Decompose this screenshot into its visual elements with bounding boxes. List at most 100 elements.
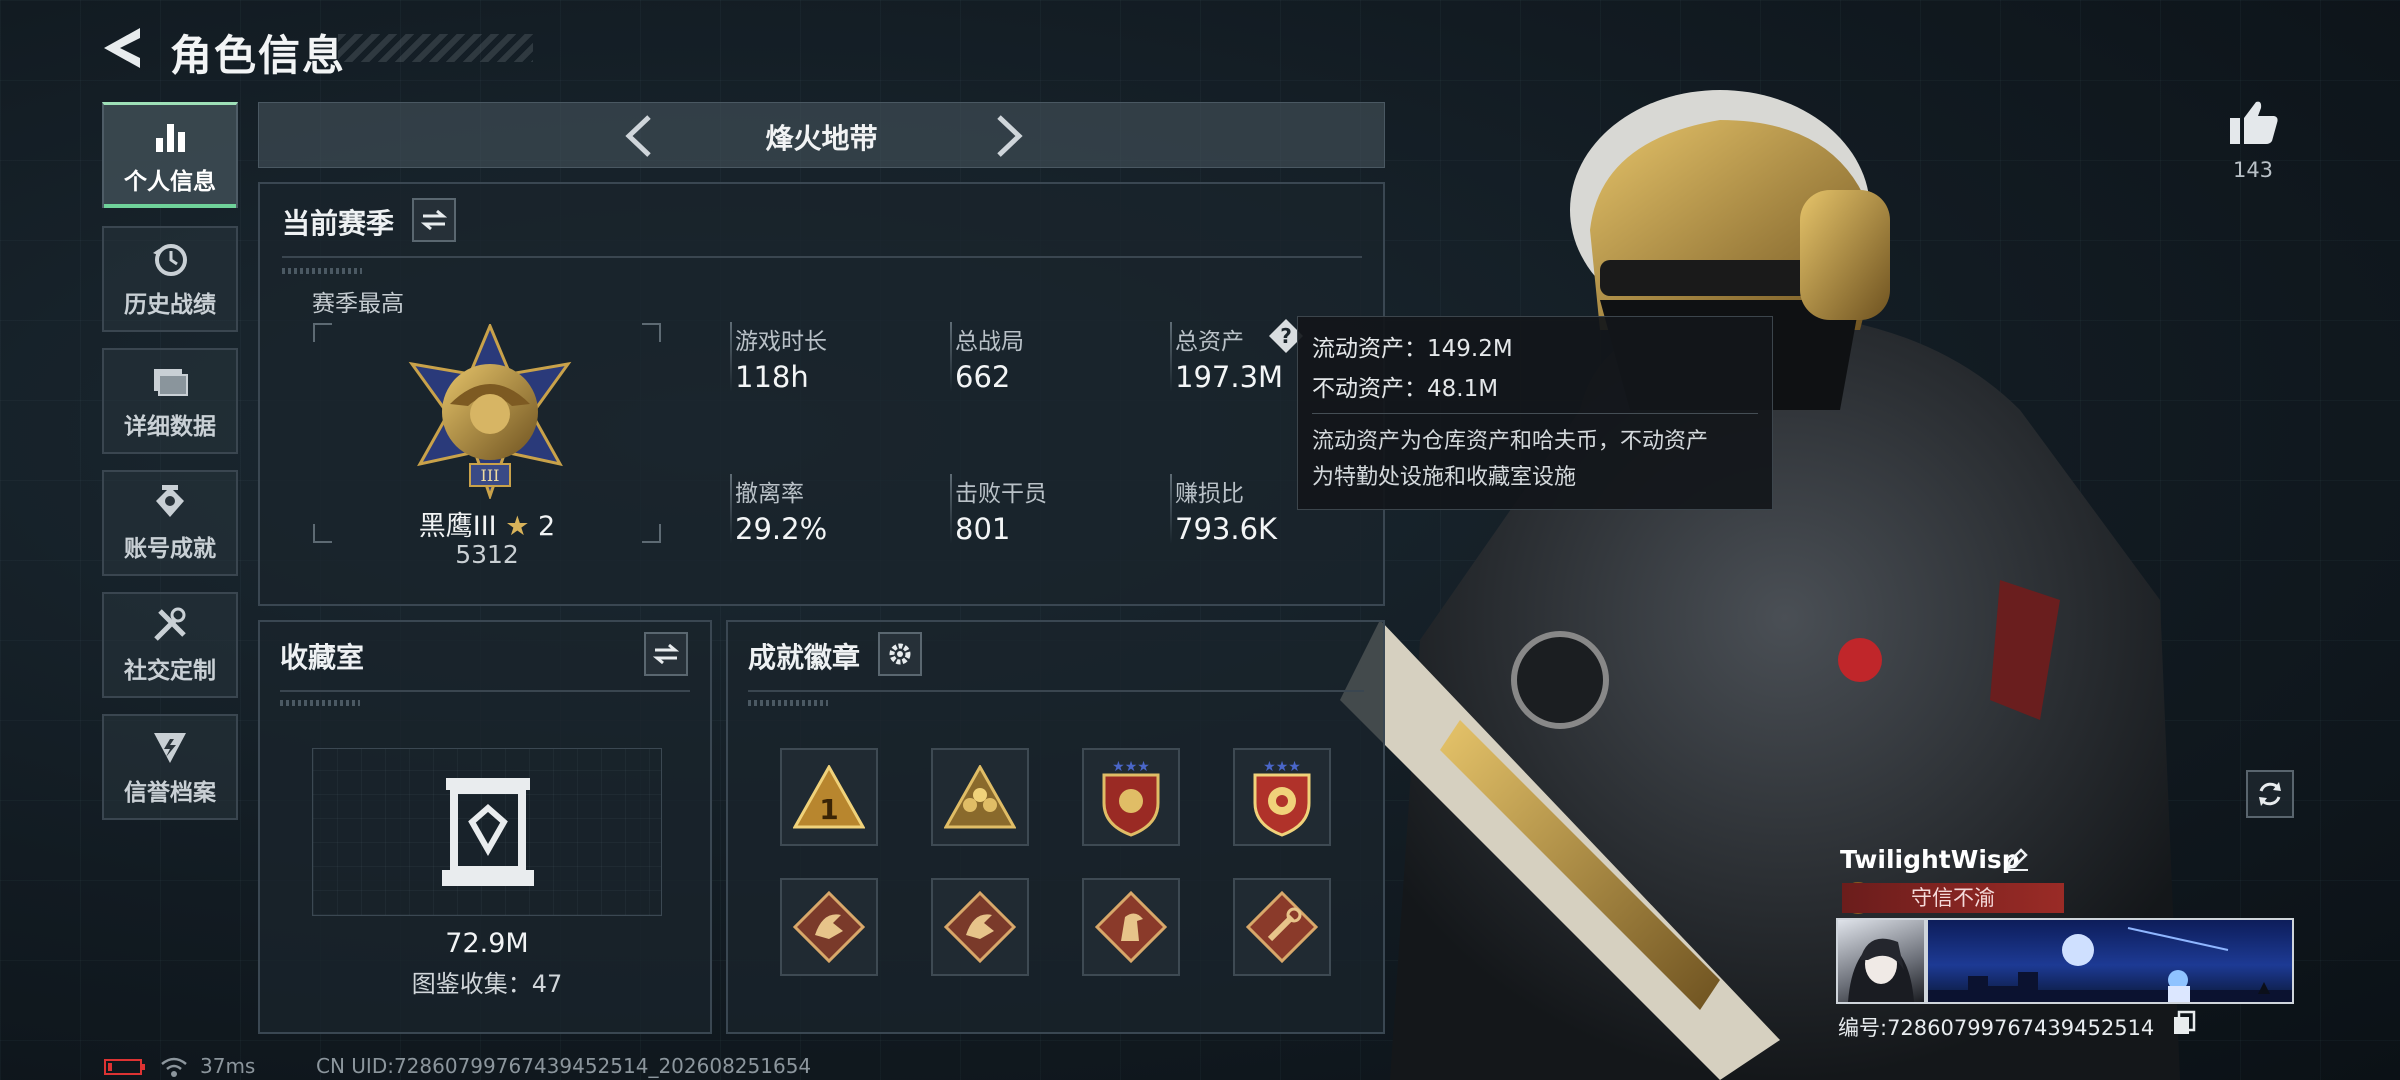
svg-text:★★★: ★★★ — [1263, 759, 1301, 775]
edit-pencil-icon[interactable] — [2004, 846, 2030, 872]
star-icon: ★ — [505, 511, 530, 542]
stat-value-playtime: 118h — [735, 360, 809, 394]
badge-slot[interactable] — [931, 748, 1029, 846]
divider-decoration — [282, 268, 362, 274]
sidebar-item-social[interactable]: 社交定制 — [102, 592, 238, 698]
divider — [748, 690, 1364, 692]
player-name: TwilightWisp — [1840, 845, 2020, 874]
section-title: 收藏室 — [280, 641, 365, 674]
stat-label-kills: 击败干员 — [955, 481, 1047, 507]
season-best-label: 赛季最高 — [312, 291, 404, 317]
horse-diamond-icon — [1095, 891, 1167, 963]
gold-triangle-team-icon — [944, 765, 1016, 829]
stat-label-total-matches: 总战局 — [955, 329, 1024, 355]
wifi-icon — [161, 1057, 187, 1077]
badge-slot[interactable]: ★★★ — [1233, 748, 1331, 846]
section-title: 当前赛季 — [282, 207, 395, 240]
red-shield-stars-icon: ★★★ — [1102, 759, 1160, 837]
tooltip-liquid-assets: 流动资产：149.2M — [1312, 336, 1513, 362]
thumbs-up-icon[interactable] — [2228, 98, 2280, 146]
tooltip-divider — [1312, 413, 1758, 414]
sidebar-item-personal-info[interactable]: 个人信息 — [102, 102, 238, 208]
stat-value-kills: 801 — [955, 512, 1011, 546]
copy-icon[interactable] — [2172, 1010, 2196, 1036]
badge-slot[interactable] — [1082, 878, 1180, 976]
stat-label-total-assets: 总资产 — [1175, 329, 1244, 355]
cn-uid-text: CN UID:7286079976743945251​4_20260825165… — [316, 1054, 812, 1078]
tooltip-desc-line2: 为特勤处设施和收藏室设施 — [1312, 465, 1577, 490]
divider-decoration — [748, 700, 828, 706]
folder-icon — [154, 369, 188, 396]
stat-value-total-assets: 197.3M — [1175, 360, 1284, 394]
badge-slot[interactable]: ★★★ — [1082, 748, 1180, 846]
stat-value-profit-ratio: 793.6K — [1175, 512, 1278, 546]
profile-banner — [1926, 918, 2294, 1004]
back-arrow-icon[interactable] — [100, 24, 144, 72]
tooltip-fixed-assets: 不动资产：48.1M — [1312, 376, 1499, 402]
display-case-icon — [442, 778, 534, 886]
gear-icon — [889, 643, 911, 665]
collection-panel: 收藏室 72.9M 图鉴收集：47 — [258, 620, 712, 1034]
avatar[interactable] — [1836, 918, 1926, 1004]
stat-label-profit-ratio: 赚损比 — [1175, 481, 1244, 507]
sidebar-item-label: 社交定制 — [124, 658, 216, 684]
wrench-diamond-icon — [1246, 891, 1318, 963]
night-sky-banner-icon — [1928, 927, 2292, 1002]
swap-button[interactable] — [644, 632, 688, 676]
sidebar-item-detail-data[interactable]: 详细数据 — [102, 348, 238, 454]
rotate-model-button[interactable] — [2246, 770, 2294, 818]
badge-settings-button[interactable] — [878, 632, 922, 676]
stat-accent — [730, 322, 732, 392]
chevron-right-icon[interactable] — [989, 113, 1029, 159]
stat-label-extract-rate: 撤离率 — [735, 481, 804, 507]
stat-accent — [1170, 322, 1172, 392]
rank-name-row: 黑鹰III ★ 2 — [312, 504, 662, 543]
badge-slot[interactable] — [780, 878, 878, 976]
sidebar-item-credit[interactable]: 信誉档案 — [102, 714, 238, 820]
achievement-panel: 成就徽章 1 ★★★ ★★★ — [726, 620, 1385, 1034]
swap-arrows-icon — [653, 643, 679, 665]
sidebar-item-history[interactable]: 历史战绩 — [102, 226, 238, 332]
sidebar-item-label: 个人信息 — [124, 168, 216, 195]
mode-switch-bar: 烽火地带 — [258, 102, 1385, 168]
stat-value-total-matches: 662 — [955, 360, 1011, 394]
badge-slot[interactable] — [931, 878, 1029, 976]
assets-tooltip: 流动资产：149.2M 不动资产：48.1M 流动资产为仓库资产和哈夫币，不动资… — [1297, 316, 1773, 510]
avatar-portrait-icon — [1848, 938, 1914, 1002]
divider — [282, 256, 1362, 258]
season-panel: 当前赛季 赛季最高 III 黑鹰III ★ 2 5312 游戏时长 118h 总… — [258, 182, 1385, 606]
collection-value: 72.9M — [445, 928, 529, 959]
rank-emblem-icon: III — [408, 324, 572, 499]
divider — [280, 690, 690, 692]
stat-label-playtime: 游戏时长 — [735, 329, 827, 355]
section-title: 成就徽章 — [748, 641, 861, 674]
sidebar-item-label: 历史战绩 — [124, 292, 216, 318]
badge-slot[interactable] — [1233, 878, 1331, 976]
stat-accent — [950, 474, 952, 544]
swap-arrows-icon — [421, 209, 447, 231]
badge-slot[interactable]: 1 — [780, 748, 878, 846]
bar-chart-icon — [156, 123, 185, 152]
sidebar-item-label: 账号成就 — [124, 536, 216, 562]
stat-accent — [730, 474, 732, 544]
swap-button[interactable] — [412, 198, 456, 242]
rank-stars: 2 — [538, 511, 556, 542]
battery-icon — [104, 1059, 145, 1075]
stat-accent — [1170, 474, 1172, 544]
gold-triangle-1-icon: 1 — [793, 765, 865, 829]
dragon-diamond-icon-2 — [944, 891, 1016, 963]
history-clock-icon — [153, 244, 187, 276]
refresh-icon — [2259, 782, 2281, 806]
ping-text: 37ms — [200, 1054, 256, 1078]
rank-score: 5312 — [455, 540, 519, 569]
dragon-diamond-icon — [793, 891, 865, 963]
svg-text:III: III — [481, 466, 500, 485]
tools-icon — [154, 607, 186, 641]
rank-name: 黑鹰III — [418, 511, 497, 542]
sidebar-item-label: 信誉档案 — [124, 780, 216, 806]
stat-accent — [950, 322, 952, 392]
sidebar-item-achievements[interactable]: 账号成就 — [102, 470, 238, 576]
achievement-icon — [156, 485, 184, 517]
tooltip-desc-line1: 流动资产为仓库资产和哈夫币，不动资产 — [1312, 429, 1709, 454]
page-title: 角色信息 — [170, 31, 347, 80]
